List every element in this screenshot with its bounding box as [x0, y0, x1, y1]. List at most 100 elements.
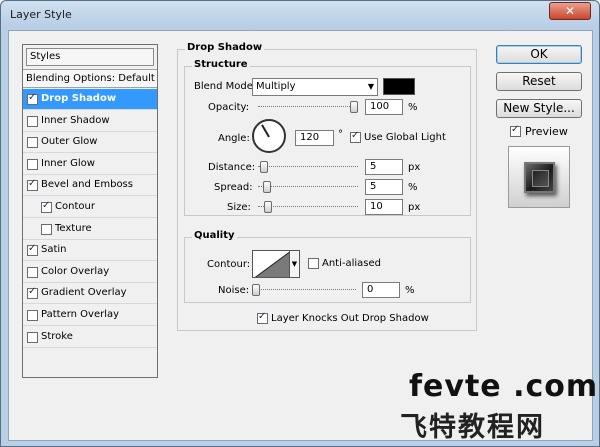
style-item-checkbox[interactable]: [27, 92, 38, 105]
style-item-checkbox[interactable]: [27, 115, 38, 127]
ok-button[interactable]: OK: [496, 45, 582, 64]
contour-label: Contour:: [207, 259, 251, 270]
layer-knocks-out-checkbox[interactable]: [257, 311, 268, 324]
noise-unit: %: [405, 285, 415, 296]
style-item-color-overlay[interactable]: Color Overlay: [23, 262, 157, 283]
opacity-slider[interactable]: [258, 101, 358, 113]
style-item-inner-glow[interactable]: Inner Glow: [23, 154, 157, 175]
angle-field[interactable]: 120: [295, 130, 334, 146]
quality-title: Quality: [192, 230, 237, 241]
style-item-checkbox[interactable]: [27, 286, 38, 300]
opacity-slider-thumb[interactable]: [350, 101, 358, 113]
opacity-field[interactable]: 100: [365, 99, 403, 115]
spread-unit: %: [408, 182, 418, 193]
style-item-label: Satin: [41, 244, 67, 256]
title-bar[interactable]: Layer Style ✕: [1, 1, 599, 29]
style-item-label: Outer Glow: [41, 136, 98, 148]
style-item-texture[interactable]: Texture: [23, 219, 157, 240]
style-item-label: Contour: [55, 201, 95, 212]
style-item-stroke[interactable]: Stroke: [23, 327, 157, 348]
spread-slider-thumb[interactable]: [263, 181, 271, 193]
style-item-contour[interactable]: Contour: [23, 197, 157, 218]
distance-label: Distance:: [208, 162, 256, 173]
watermark-domain: fevte .com: [409, 369, 599, 404]
window-title: Layer Style: [10, 8, 72, 21]
blend-mode-select[interactable]: Multiply ▼: [252, 78, 378, 96]
angle-dial-hand: [261, 124, 270, 138]
watermark-logo: fevte .com 飞特教程网: [400, 369, 600, 443]
watermark-site-name: 飞特教程网: [400, 412, 545, 443]
layer-style-dialog: Layer Style ✕ Styles Blending Options: D…: [0, 0, 600, 447]
style-item-label: Bevel and Emboss: [41, 179, 133, 191]
reset-button[interactable]: Reset: [496, 72, 582, 91]
style-item-checkbox[interactable]: [27, 243, 38, 257]
style-item-label: Inner Glow: [41, 157, 95, 169]
style-item-label: Pattern Overlay: [41, 309, 120, 320]
noise-slider[interactable]: [252, 284, 356, 296]
style-item-pattern-overlay[interactable]: Pattern Overlay: [23, 305, 157, 326]
close-button[interactable]: ✕: [549, 2, 591, 20]
shadow-color-swatch[interactable]: [383, 78, 415, 95]
style-item-checkbox[interactable]: [27, 310, 38, 321]
noise-slider-thumb[interactable]: [252, 284, 260, 296]
size-slider[interactable]: [258, 201, 358, 213]
noise-field[interactable]: 0: [362, 282, 400, 298]
angle-unit: °: [338, 129, 343, 140]
spread-label: Spread:: [214, 182, 253, 193]
style-item-checkbox[interactable]: [27, 331, 38, 343]
structure-title: Structure: [192, 59, 250, 70]
size-slider-thumb[interactable]: [264, 201, 272, 213]
anti-aliased-checkbox[interactable]: [308, 258, 319, 269]
preview-tile: [524, 162, 555, 193]
style-item-checkbox[interactable]: [27, 137, 38, 149]
style-item-drop-shadow[interactable]: Drop Shadow: [23, 89, 157, 110]
distance-slider[interactable]: [258, 161, 358, 173]
distance-unit: px: [408, 162, 421, 173]
size-unit: px: [408, 202, 421, 213]
style-item-label: Color Overlay: [41, 265, 110, 277]
preview-checkbox[interactable]: [510, 124, 521, 137]
spread-slider[interactable]: [258, 181, 358, 193]
style-item-inner-shadow[interactable]: Inner Shadow: [23, 111, 157, 132]
style-item-label: Drop Shadow: [41, 93, 117, 104]
style-item-checkbox[interactable]: [27, 266, 38, 278]
noise-label: Noise:: [218, 285, 250, 296]
anti-aliased-label: Anti-aliased: [322, 258, 382, 269]
style-item-label: Inner Shadow: [41, 114, 110, 126]
style-item-gradient-overlay[interactable]: Gradient Overlay: [23, 283, 157, 305]
style-item-outer-glow[interactable]: Outer Glow: [23, 132, 157, 154]
style-item-label: Texture: [55, 222, 92, 234]
angle-label: Angle:: [218, 133, 250, 144]
layer-knocks-out-label: Layer Knocks Out Drop Shadow: [271, 313, 429, 324]
contour-picker[interactable]: [252, 250, 290, 278]
use-global-light-checkbox[interactable]: [350, 130, 361, 143]
use-global-light-label: Use Global Light: [364, 132, 446, 143]
style-item-checkbox[interactable]: [41, 200, 52, 213]
style-item-checkbox[interactable]: [41, 223, 52, 235]
distance-slider-thumb[interactable]: [260, 161, 268, 173]
spread-field[interactable]: 5: [365, 179, 403, 195]
angle-dial[interactable]: [252, 119, 286, 153]
style-preview-thumbnail: [508, 146, 570, 208]
size-label: Size:: [227, 202, 251, 213]
styles-list: Styles Blending Options: Default Drop Sh…: [22, 44, 158, 378]
preview-label: Preview: [525, 125, 568, 138]
drop-shadow-title: Drop Shadow: [185, 42, 265, 53]
new-style-button[interactable]: New Style...: [496, 99, 582, 118]
chevron-down-icon: ▼: [367, 82, 374, 91]
style-item-bevel-and-emboss[interactable]: Bevel and Emboss: [23, 175, 157, 197]
style-item-checkbox[interactable]: [27, 158, 38, 170]
opacity-label: Opacity:: [208, 102, 250, 113]
contour-curve-icon: [254, 251, 289, 277]
style-item-label: Stroke: [41, 330, 73, 342]
style-item-label: Gradient Overlay: [41, 287, 127, 299]
styles-header[interactable]: Styles: [26, 48, 154, 66]
blending-options-item[interactable]: Blending Options: Default: [23, 69, 157, 88]
contour-dropdown-button[interactable]: ▼: [289, 250, 300, 278]
style-item-checkbox[interactable]: [27, 178, 38, 192]
opacity-unit: %: [408, 102, 418, 113]
distance-field[interactable]: 5: [365, 159, 403, 175]
blend-mode-label: Blend Mode:: [194, 81, 257, 92]
style-item-satin[interactable]: Satin: [23, 240, 157, 262]
size-field[interactable]: 10: [365, 199, 403, 215]
